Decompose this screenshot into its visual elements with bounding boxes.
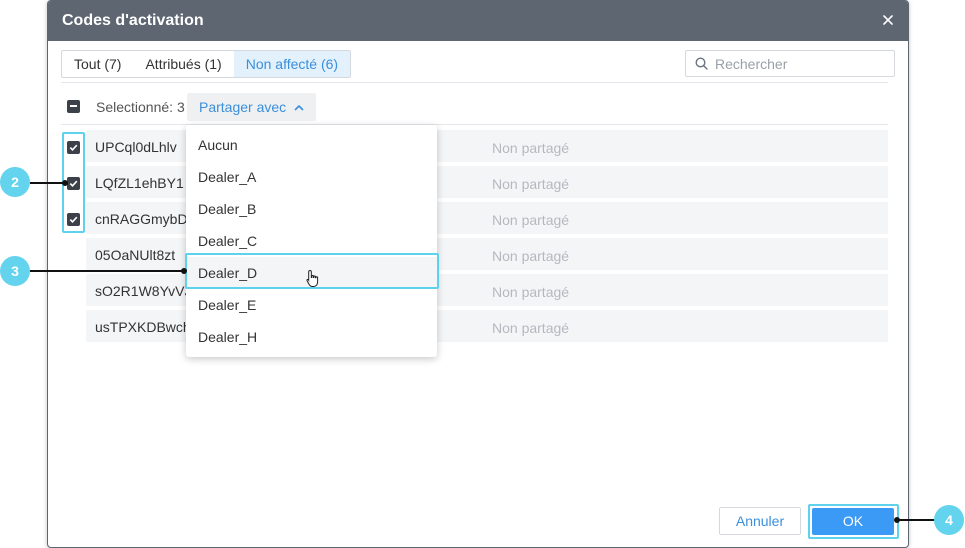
share-status: Non partagé xyxy=(492,176,570,192)
activation-code: 05OaNUlt8zt xyxy=(95,247,176,263)
share-status: Non partagé xyxy=(492,284,570,300)
dropdown-option-none[interactable]: Aucun xyxy=(186,129,437,161)
tab-all[interactable]: Tout (7) xyxy=(62,51,133,77)
search-box xyxy=(685,50,895,77)
dialog-title: Codes d'activation xyxy=(62,12,204,29)
dialog-titlebar: Codes d'activation xyxy=(48,1,908,41)
close-icon[interactable] xyxy=(880,12,896,28)
cancel-button[interactable]: Annuler xyxy=(719,507,801,535)
callout-3-dot xyxy=(181,268,187,274)
search-input[interactable] xyxy=(715,55,885,72)
activation-code: cnRAGGmybDh xyxy=(95,211,196,227)
share-status: Non partagé xyxy=(492,248,570,264)
chevron-up-icon xyxy=(294,105,304,111)
activation-code: LQfZL1ehBY1 xyxy=(95,175,184,191)
dropdown-option-dealer-e[interactable]: Dealer_E xyxy=(186,289,437,321)
callout-3-line xyxy=(30,270,186,272)
activation-code: sO2R1W8YvVJ xyxy=(95,283,192,299)
toolbar-divider xyxy=(61,124,888,125)
tab-assigned[interactable]: Attribués (1) xyxy=(133,51,233,77)
activation-codes-dialog: Codes d'activation Tout (7) Attribués (1… xyxy=(47,0,909,548)
callout-2-line xyxy=(30,182,66,184)
tabs-divider xyxy=(61,82,888,83)
activation-code: usTPXKDBwch xyxy=(95,319,191,335)
tab-unassigned[interactable]: Non affecté (6) xyxy=(233,51,351,77)
dropdown-option-dealer-b[interactable]: Dealer_B xyxy=(186,193,437,225)
share-status: Non partagé xyxy=(492,320,570,336)
selected-count: Selectionné: 3 xyxy=(96,99,185,115)
dropdown-option-dealer-h[interactable]: Dealer_H xyxy=(186,321,437,353)
callout-4: 4 xyxy=(934,505,964,535)
select-all-checkbox[interactable] xyxy=(67,100,80,113)
share-with-button[interactable]: Partager avec xyxy=(187,93,317,121)
share-status: Non partagé xyxy=(492,212,570,228)
share-status: Non partagé xyxy=(492,140,570,156)
filter-tabs: Tout (7) Attribués (1) Non affecté (6) xyxy=(61,50,352,78)
search-icon xyxy=(695,57,708,70)
callout-2-dot xyxy=(62,180,68,186)
callout-4-line xyxy=(897,519,935,521)
ok-highlight xyxy=(808,504,899,539)
dropdown-option-dealer-a[interactable]: Dealer_A xyxy=(186,161,437,193)
activation-code: UPCql0dLhlv xyxy=(95,139,177,155)
share-with-label: Partager avec xyxy=(199,99,287,115)
callout-4-dot xyxy=(894,517,900,523)
share-with-dropdown: Aucun Dealer_A Dealer_B Dealer_C Dealer_… xyxy=(185,125,439,357)
callout-2: 2 xyxy=(0,167,30,197)
hand-cursor-icon xyxy=(306,269,319,287)
callout-3: 3 xyxy=(0,256,30,286)
